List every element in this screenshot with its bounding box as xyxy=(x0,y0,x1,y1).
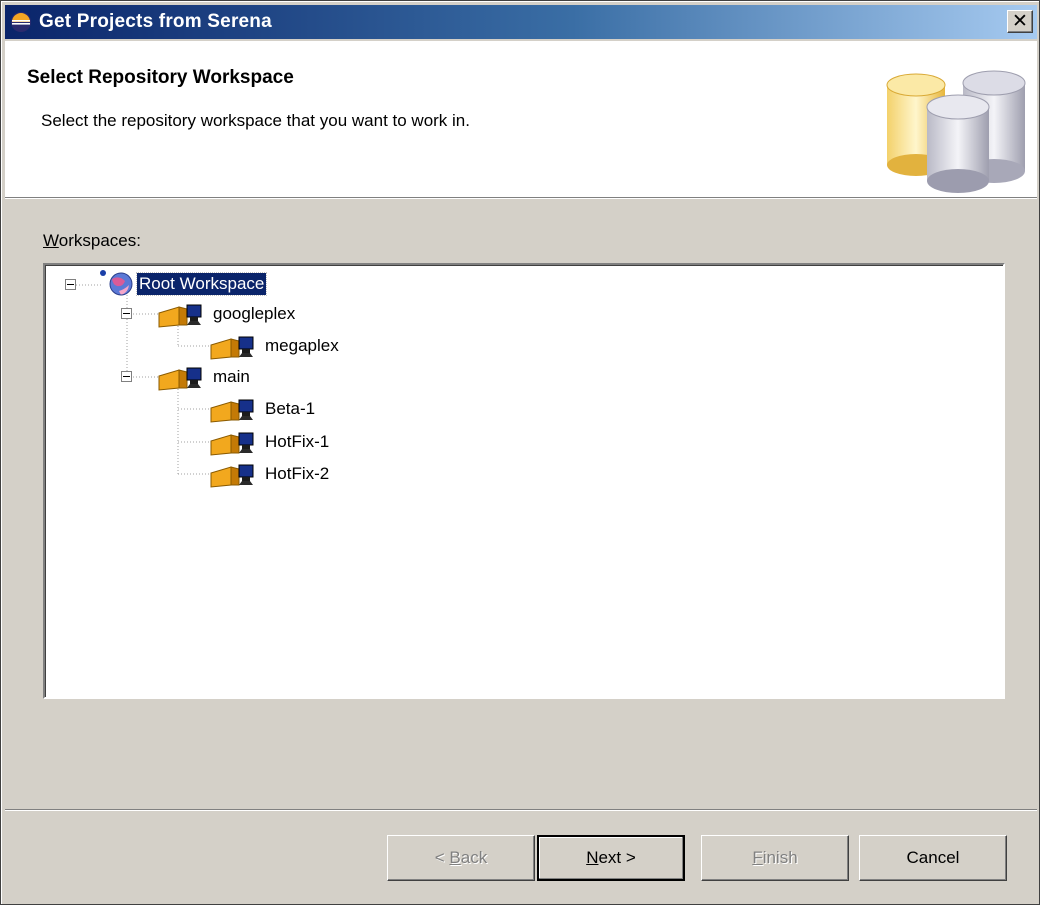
back-button-label: ack xyxy=(460,848,488,867)
close-icon: ✕ xyxy=(1012,10,1028,32)
workspaces-label-text: orkspaces: xyxy=(58,231,141,250)
close-button[interactable]: ✕ xyxy=(1007,10,1033,33)
tree-node-googleplex[interactable]: googleplex xyxy=(211,303,297,325)
workspace-icon xyxy=(210,399,254,423)
finish-button-mnemonic: F xyxy=(752,848,763,867)
title-bar[interactable]: Get Projects from Serena ✕ xyxy=(5,5,1037,39)
root-collapse-toggle[interactable] xyxy=(65,279,76,290)
tree-connector-lines xyxy=(76,284,209,475)
finish-button-label: inish xyxy=(762,848,798,867)
workspace-icon xyxy=(210,464,254,488)
button-bar-separator xyxy=(5,809,1037,811)
tree-node-beta-1[interactable]: Beta-1 xyxy=(263,398,317,420)
tree-node-main[interactable]: main xyxy=(211,366,252,388)
googleplex-collapse-toggle[interactable] xyxy=(121,308,132,319)
next-button-label: ext > xyxy=(598,848,636,867)
workspace-icon xyxy=(158,367,202,391)
page-description: Select the repository workspace that you… xyxy=(41,111,470,130)
eclipse-icon xyxy=(11,12,31,32)
tree-node-megaplex[interactable]: megaplex xyxy=(263,335,341,357)
main-collapse-toggle[interactable] xyxy=(121,371,132,382)
page-title: Select Repository Workspace xyxy=(27,67,294,88)
back-button-prefix: < xyxy=(434,848,450,867)
workspace-icon xyxy=(210,336,254,360)
workspaces-label: Workspaces: xyxy=(43,231,141,251)
finish-button[interactable]: Finish xyxy=(701,835,849,881)
tree-node-hotfix-1[interactable]: HotFix-1 xyxy=(263,431,331,453)
tree-node-hotfix-2[interactable]: HotFix-2 xyxy=(263,463,331,485)
next-button[interactable]: Next > xyxy=(537,835,685,881)
workspace-icon xyxy=(158,304,202,328)
dialog-window: Get Projects from Serena ✕ Select Reposi… xyxy=(0,0,1040,905)
globe-icon xyxy=(100,270,133,296)
workspaces-label-mnemonic: W xyxy=(43,231,59,250)
tree-node-root-workspace[interactable]: Root Workspace xyxy=(135,272,268,296)
workspace-tree[interactable]: Root Workspace googleplex megaplex main … xyxy=(43,263,1005,699)
database-icon xyxy=(886,70,1026,193)
window-title: Get Projects from Serena xyxy=(39,11,272,32)
back-button[interactable]: < Back xyxy=(387,835,535,881)
back-button-mnemonic: B xyxy=(449,848,461,867)
workspace-icon xyxy=(210,432,254,456)
header-banner: Select Repository Workspace Select the r… xyxy=(5,41,1037,198)
next-button-mnemonic: N xyxy=(586,848,599,867)
cancel-button[interactable]: Cancel xyxy=(859,835,1007,881)
